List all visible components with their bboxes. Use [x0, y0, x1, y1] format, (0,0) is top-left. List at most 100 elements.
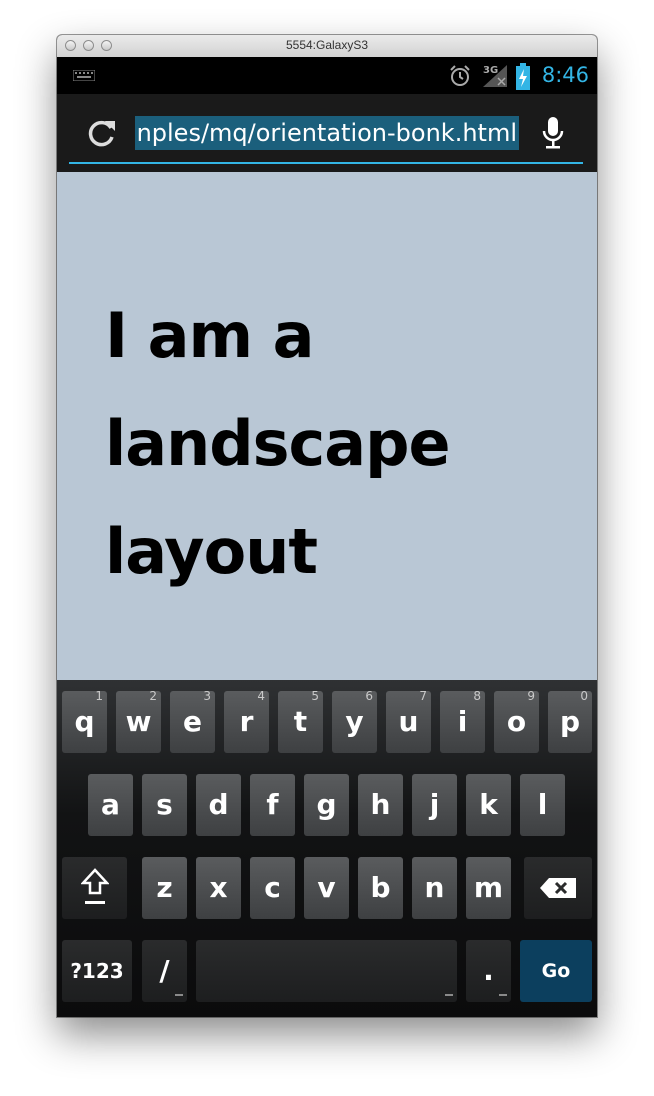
key-label: d — [208, 788, 229, 821]
key-t[interactable]: t5 — [278, 689, 323, 753]
reload-icon[interactable] — [87, 118, 117, 148]
key-label: k — [479, 788, 498, 821]
key-label: c — [264, 871, 281, 904]
key-label: t — [293, 705, 308, 738]
key-g[interactable]: g — [304, 774, 349, 836]
key-i[interactable]: i8 — [440, 689, 485, 753]
key-hint: 9 — [527, 689, 535, 703]
more-keys-indicator — [175, 994, 183, 996]
emulator-window: 5554:GalaxyS3 3G 8:46 nples/mq/orientati… — [57, 35, 597, 1017]
key-u[interactable]: u7 — [386, 689, 431, 753]
key-v[interactable]: v — [304, 857, 349, 919]
key-w[interactable]: w2 — [116, 689, 161, 753]
key-label: q — [74, 705, 95, 738]
signal-icon: 3G — [483, 65, 507, 87]
url-input[interactable]: nples/mq/orientation-bonk.html — [135, 116, 519, 150]
window-title-bar: 5554:GalaxyS3 — [57, 35, 597, 58]
key-s[interactable]: s — [142, 774, 187, 836]
key-label: r — [239, 705, 254, 738]
key-period[interactable]: . — [466, 940, 511, 1002]
key-hint: 0 — [580, 689, 588, 703]
key-e[interactable]: e3 — [170, 689, 215, 753]
key-label: u — [398, 705, 419, 738]
key-label: Go — [541, 960, 571, 982]
page-headline: I am a landscape layout — [105, 282, 565, 606]
more-keys-indicator — [499, 994, 507, 996]
key-d[interactable]: d — [196, 774, 241, 836]
keyboard-notification-icon — [73, 70, 95, 81]
browser-url-bar: nples/mq/orientation-bonk.html — [57, 94, 597, 172]
key-h[interactable]: h — [358, 774, 403, 836]
key-x[interactable]: x — [196, 857, 241, 919]
key-label: p — [559, 705, 581, 738]
headline-line: I am a — [105, 299, 315, 372]
url-text: nples/mq/orientation-bonk.html — [135, 116, 519, 150]
key-hint: 7 — [419, 689, 427, 703]
key-o[interactable]: o9 — [494, 689, 539, 753]
key-label: v — [317, 871, 336, 904]
key-label: / — [159, 954, 170, 987]
key-b[interactable]: b — [358, 857, 403, 919]
key-c[interactable]: c — [250, 857, 295, 919]
key-hint: 4 — [257, 689, 265, 703]
symbols-key[interactable]: ?123 — [62, 940, 132, 1002]
key-y[interactable]: y6 — [332, 689, 377, 753]
key-label: j — [429, 788, 440, 821]
key-label: b — [370, 871, 391, 904]
key-label: a — [101, 788, 120, 821]
key-label: m — [473, 871, 504, 904]
network-type-label: 3G — [483, 65, 498, 76]
key-hint: 5 — [311, 689, 319, 703]
key-q[interactable]: q1 — [62, 689, 107, 753]
soft-keyboard: q1 w2 e3 r4 t5 y6 u7 i8 o9 p0 a s d f g … — [57, 680, 597, 1017]
key-k[interactable]: k — [466, 774, 511, 836]
key-label: y — [345, 705, 364, 738]
key-a[interactable]: a — [88, 774, 133, 836]
key-label: . — [483, 954, 494, 987]
more-keys-indicator — [445, 994, 453, 996]
key-n[interactable]: n — [412, 857, 457, 919]
status-bar: 3G 8:46 — [57, 57, 597, 94]
key-r[interactable]: r4 — [224, 689, 269, 753]
go-key[interactable]: Go — [520, 940, 592, 1002]
space-key[interactable] — [196, 940, 457, 1002]
key-label: n — [424, 871, 445, 904]
key-label: f — [266, 788, 279, 821]
key-m[interactable]: m — [466, 857, 511, 919]
headline-line: landscape — [105, 407, 451, 480]
backspace-key[interactable] — [524, 857, 592, 919]
key-slash[interactable]: / — [142, 940, 187, 1002]
web-page-content: I am a landscape layout — [57, 172, 597, 680]
headline-line: layout — [105, 515, 318, 588]
key-label: o — [506, 705, 527, 738]
key-f[interactable]: f — [250, 774, 295, 836]
key-label: s — [156, 788, 173, 821]
key-l[interactable]: l — [520, 774, 565, 836]
key-z[interactable]: z — [142, 857, 187, 919]
key-label: e — [183, 705, 202, 738]
key-hint: 8 — [473, 689, 481, 703]
url-focus-underline — [69, 162, 583, 164]
key-label: x — [209, 871, 228, 904]
key-hint: 3 — [203, 689, 211, 703]
key-label: w — [125, 705, 152, 738]
window-title: 5554:GalaxyS3 — [285, 38, 369, 52]
key-label: h — [370, 788, 391, 821]
alarm-icon — [450, 65, 470, 86]
key-hint: 2 — [149, 689, 157, 703]
key-hint: 1 — [95, 689, 103, 703]
key-p[interactable]: p0 — [548, 689, 592, 753]
backspace-icon — [540, 878, 576, 898]
microphone-icon[interactable] — [541, 116, 565, 150]
key-j[interactable]: j — [412, 774, 457, 836]
key-label: l — [537, 788, 548, 821]
shift-icon — [79, 868, 110, 904]
key-label: g — [316, 788, 337, 821]
key-hint: 6 — [365, 689, 373, 703]
battery-charging-icon — [516, 63, 530, 90]
status-clock: 8:46 — [541, 63, 589, 87]
shift-key[interactable] — [62, 857, 127, 919]
key-label: i — [457, 705, 468, 738]
key-label: z — [156, 871, 173, 904]
key-label: ?123 — [70, 959, 124, 983]
